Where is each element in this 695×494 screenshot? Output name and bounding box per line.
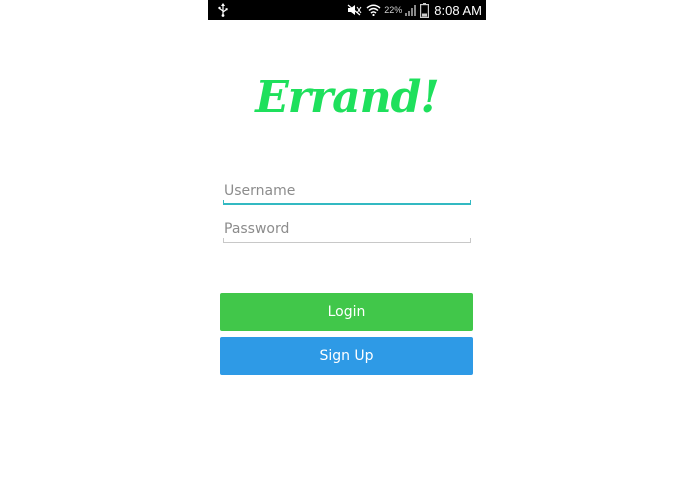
- screen: 22% 8:08 AM Errand! Username Login Sign …: [0, 0, 695, 494]
- wifi-icon: [366, 4, 381, 16]
- username-underline: [223, 200, 471, 205]
- status-icons: 22% 8:08 AM: [347, 0, 482, 20]
- password-field-container: [223, 217, 471, 243]
- battery-percent: 22%: [384, 5, 403, 15]
- status-bar: 22% 8:08 AM: [208, 0, 486, 20]
- phone-screen: 22% 8:08 AM Errand! Username Login Sign …: [208, 0, 486, 494]
- username-input[interactable]: [223, 179, 471, 203]
- battery-icon: [420, 2, 430, 18]
- app-logo: Errand!: [255, 72, 439, 123]
- clock: 8:08 AM: [434, 2, 482, 18]
- username-field-container: [223, 179, 471, 205]
- password-underline: [223, 238, 471, 243]
- mute-icon: [347, 4, 363, 16]
- signal-icon: [405, 4, 417, 16]
- usb-icon: [216, 3, 230, 17]
- login-button[interactable]: Login: [220, 293, 473, 331]
- sign-up-button[interactable]: Sign Up: [220, 337, 473, 375]
- password-input[interactable]: [223, 217, 471, 241]
